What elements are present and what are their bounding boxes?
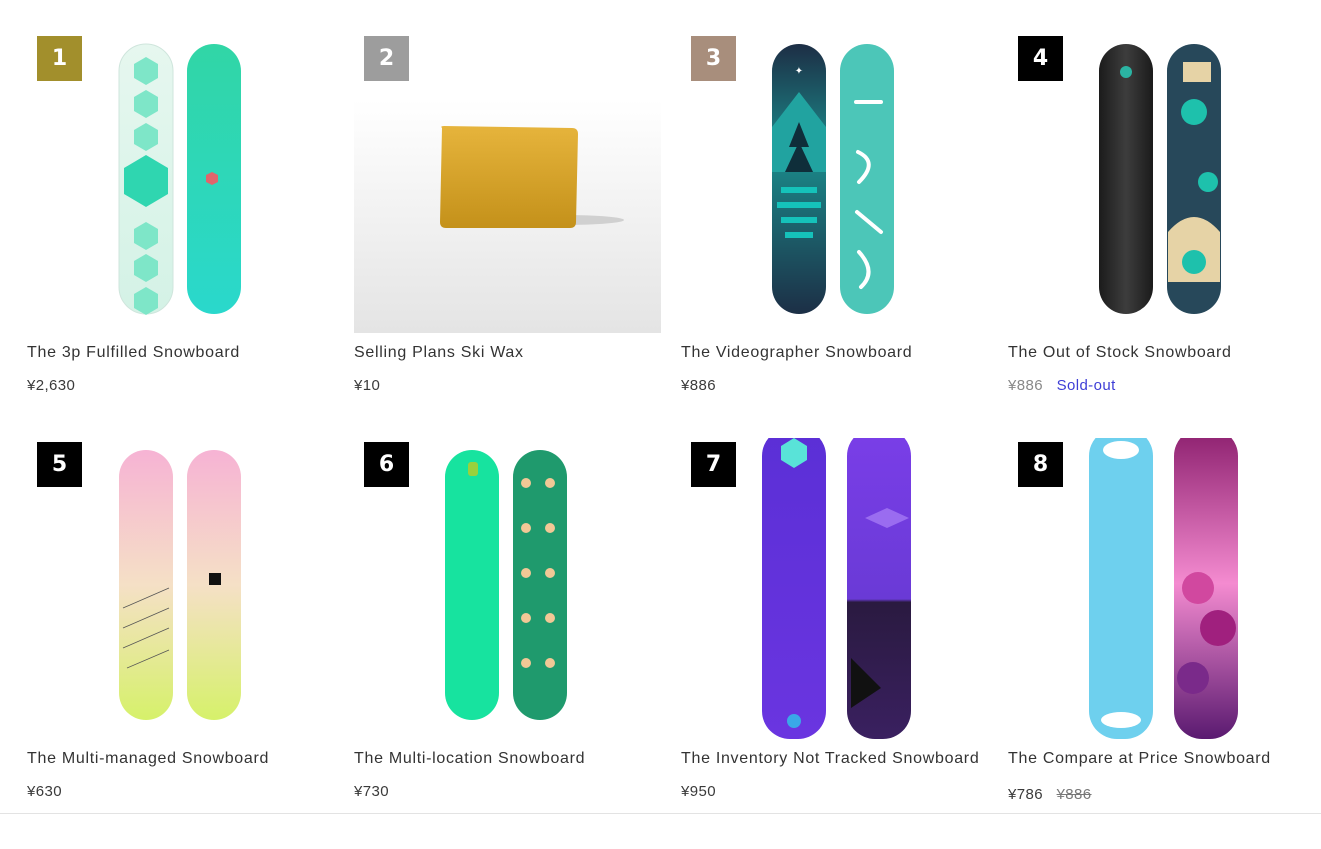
product-price: ¥786 [1008, 786, 1043, 803]
rank-badge: 3 [691, 36, 736, 81]
divider [0, 813, 1321, 814]
rank-badge: 5 [37, 442, 82, 487]
product-price: ¥730 [354, 783, 389, 800]
product-image[interactable]: 3 ✦ [681, 32, 988, 333]
rank-badge: 4 [1018, 36, 1063, 81]
product-image[interactable]: 4 [1008, 32, 1315, 333]
product-title[interactable]: The Multi-managed Snowboard [27, 750, 269, 768]
product-image[interactable]: 7 [681, 438, 988, 739]
product-title[interactable]: The 3p Fulfilled Snowboard [27, 344, 240, 362]
product-price: ¥10 [354, 377, 381, 394]
rank-badge: 8 [1018, 442, 1063, 487]
sold-out-badge: Sold-out [1056, 377, 1116, 394]
rank-badge: 7 [691, 442, 736, 487]
product-title[interactable]: The Out of Stock Snowboard [1008, 344, 1232, 362]
product-image[interactable]: 1 [27, 32, 334, 333]
product-price: ¥2,630 [27, 377, 76, 394]
product-price-row: ¥886 Sold-out [1008, 377, 1116, 394]
product-price: ¥630 [27, 783, 62, 800]
product-title[interactable]: Selling Plans Ski Wax [354, 344, 524, 362]
product-title[interactable]: The Videographer Snowboard [681, 344, 912, 362]
compare-at-price: ¥886 [1056, 786, 1092, 803]
product-image[interactable]: 2 [354, 32, 661, 333]
svg-text:✦: ✦ [795, 66, 803, 77]
product-title[interactable]: The Compare at Price Snowboard [1008, 750, 1271, 768]
product-price: ¥886 [681, 377, 716, 394]
product-image[interactable]: 6 [354, 438, 661, 739]
product-image[interactable]: 5 [27, 438, 334, 739]
product-price: ¥886 [1008, 377, 1043, 394]
product-price-row: ¥786 ¥886 [1008, 786, 1092, 803]
rank-badge: 2 [364, 36, 409, 81]
rank-badge: 6 [364, 442, 409, 487]
product-title[interactable]: The Inventory Not Tracked Snowboard [681, 750, 979, 768]
rank-badge: 1 [37, 36, 82, 81]
product-title[interactable]: The Multi-location Snowboard [354, 750, 585, 768]
product-image[interactable]: 8 [1008, 438, 1315, 739]
product-price: ¥950 [681, 783, 716, 800]
